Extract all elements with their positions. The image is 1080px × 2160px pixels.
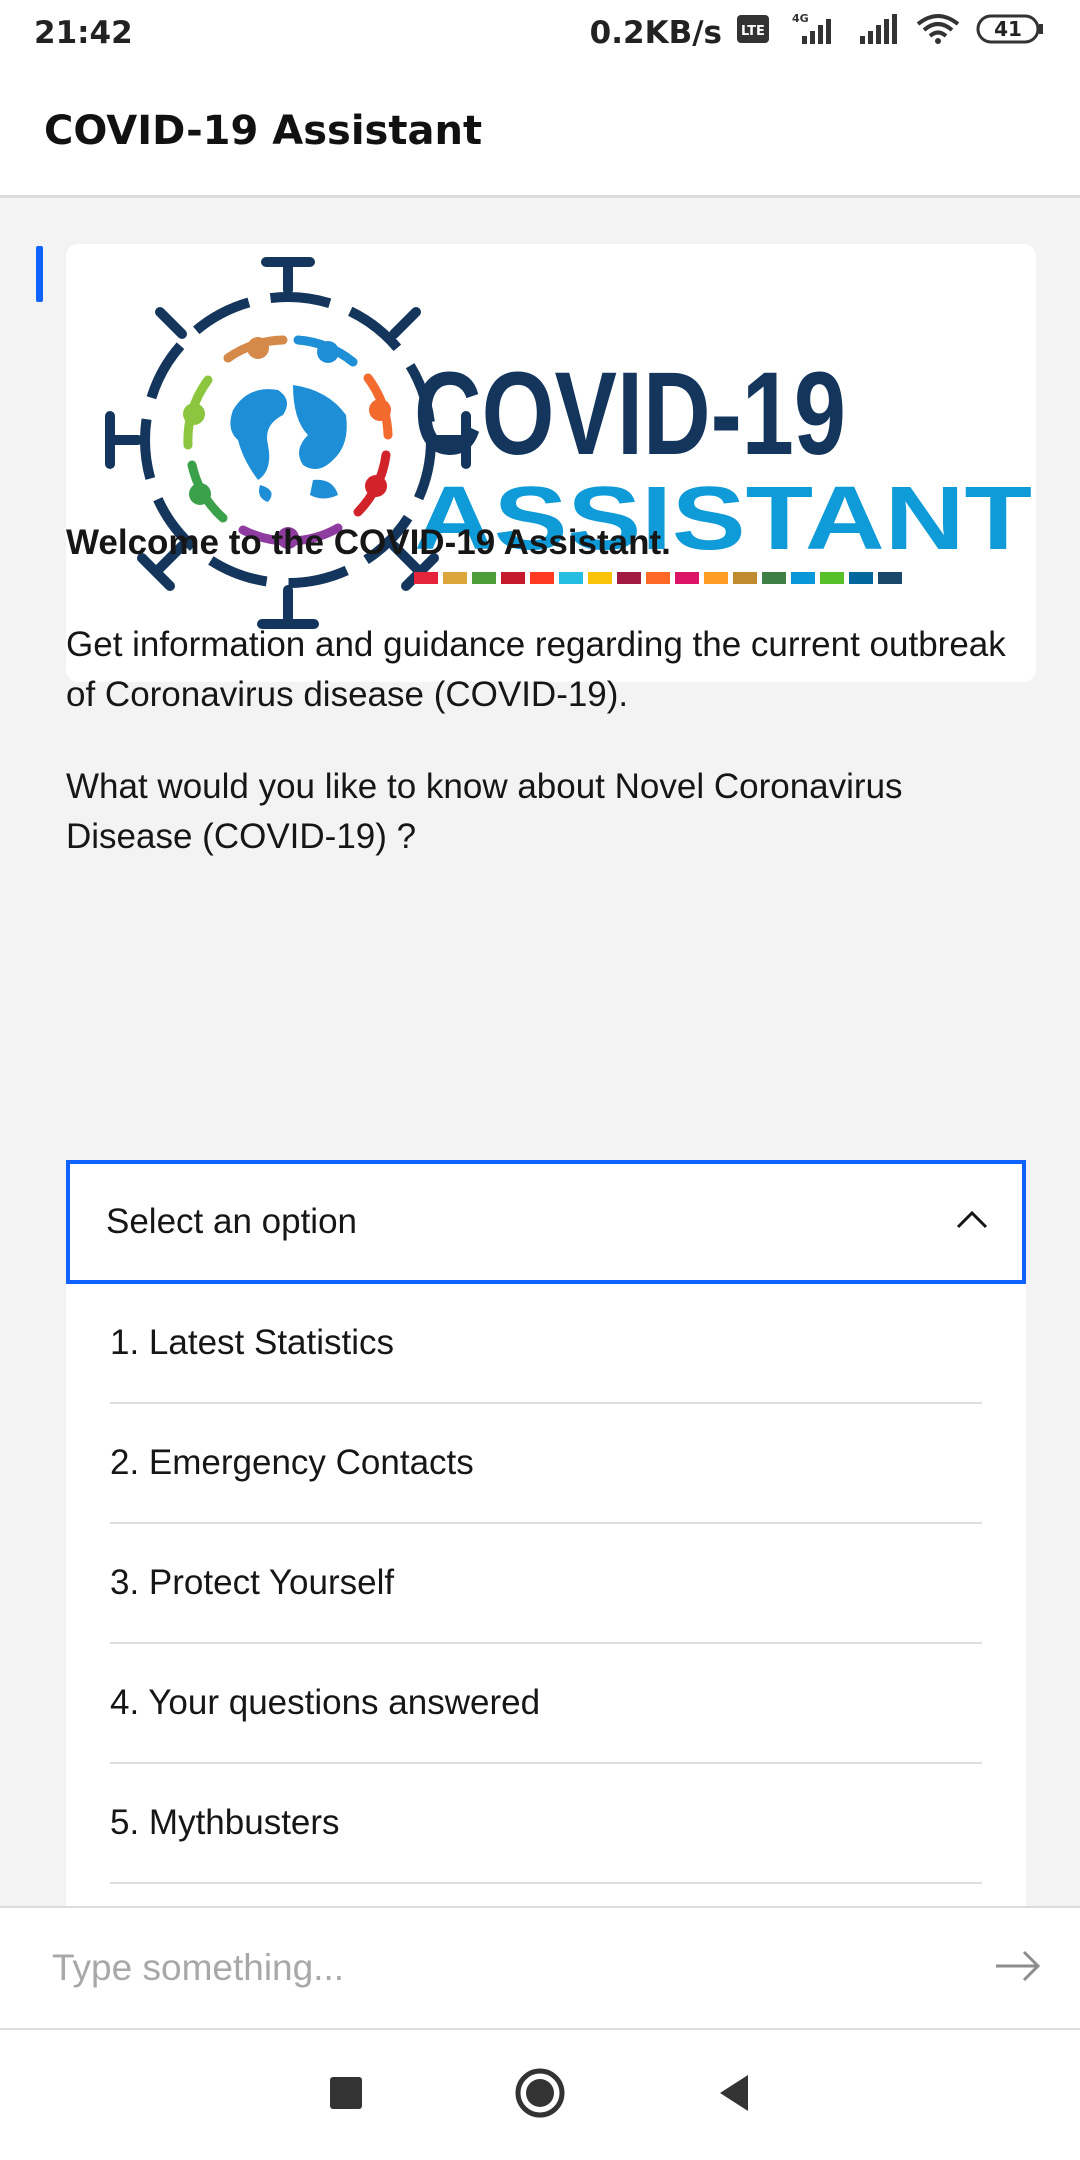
message-input-bar bbox=[0, 1906, 1080, 2030]
virus-logo-icon bbox=[105, 257, 471, 629]
app-bar: COVID-19 Assistant bbox=[0, 66, 1080, 198]
stripe-segment bbox=[472, 572, 496, 584]
svg-text:COVID-19: COVID-19 bbox=[414, 348, 846, 480]
volte-icon: LTE bbox=[736, 13, 770, 53]
option-protect-yourself[interactable]: 3. Protect Yourself bbox=[110, 1524, 982, 1644]
stripe-segment bbox=[704, 572, 728, 584]
select-placeholder: Select an option bbox=[106, 1202, 358, 1241]
option-select[interactable]: Select an option bbox=[66, 1160, 1026, 1284]
message-indicator bbox=[36, 246, 43, 302]
status-icons: 0.2KB/s LTE 4G 41 bbox=[590, 12, 1046, 54]
stripe-segment bbox=[878, 572, 902, 584]
signal-icon: 4G bbox=[784, 12, 842, 54]
nav-back-icon[interactable] bbox=[716, 2073, 752, 2117]
option-latest-statistics[interactable]: 1. Latest Statistics bbox=[110, 1284, 982, 1404]
wifi-icon bbox=[914, 12, 962, 54]
stripe-segment bbox=[820, 572, 844, 584]
welcome-message: Welcome to the COVID-19 Assistant. bbox=[66, 523, 671, 562]
stripe-segment bbox=[733, 572, 757, 584]
stripe-segment bbox=[791, 572, 815, 584]
stripe-segment bbox=[559, 572, 583, 584]
svg-text:LTE: LTE bbox=[741, 24, 765, 39]
battery-level: 41 bbox=[994, 17, 1022, 41]
info-message: Get information and guidance regarding t… bbox=[66, 625, 1006, 714]
sdg-color-stripe bbox=[414, 572, 902, 584]
battery-icon: 41 bbox=[976, 12, 1046, 54]
nav-recents-icon[interactable] bbox=[328, 2075, 364, 2115]
stripe-segment bbox=[646, 572, 670, 584]
stripe-segment bbox=[414, 572, 438, 584]
option-questions-answered[interactable]: 4. Your questions answered bbox=[110, 1644, 982, 1764]
send-arrow-icon[interactable] bbox=[994, 1948, 1042, 1988]
status-time: 21:42 bbox=[34, 15, 133, 51]
chat-content[interactable]: COVID-19 ASSISTANT Welcome to the COVID-… bbox=[0, 198, 1080, 1906]
question-message: What would you like to know about Novel … bbox=[66, 767, 903, 856]
covid-logo-image: COVID-19 ASSISTANT bbox=[105, 257, 1032, 629]
page-title: COVID-19 Assistant bbox=[44, 107, 483, 154]
stripe-segment bbox=[588, 572, 612, 584]
svg-text:4G: 4G bbox=[792, 12, 809, 25]
nav-home-icon[interactable] bbox=[514, 2067, 566, 2123]
stripe-segment bbox=[849, 572, 873, 584]
message-input[interactable] bbox=[50, 1946, 954, 1990]
option-emergency-contacts[interactable]: 2. Emergency Contacts bbox=[110, 1404, 982, 1524]
stripe-segment bbox=[675, 572, 699, 584]
stripe-segment bbox=[530, 572, 554, 584]
stripe-segment bbox=[617, 572, 641, 584]
stripe-segment bbox=[443, 572, 467, 584]
system-nav-bar bbox=[0, 2030, 1080, 2160]
stripe-segment bbox=[501, 572, 525, 584]
option-mythbusters[interactable]: 5. Mythbusters bbox=[110, 1764, 982, 1884]
covid-assistant-banner: COVID-19 ASSISTANT bbox=[66, 244, 1036, 682]
chevron-up-icon[interactable] bbox=[956, 1209, 988, 1235]
stripe-segment bbox=[762, 572, 786, 584]
net-speed: 0.2KB/s bbox=[589, 15, 722, 51]
status-bar: 21:42 0.2KB/s LTE 4G 41 bbox=[0, 0, 1080, 66]
signal-icon-2 bbox=[856, 12, 900, 54]
option-list: 1. Latest Statistics 2. Emergency Contac… bbox=[66, 1284, 1026, 1906]
